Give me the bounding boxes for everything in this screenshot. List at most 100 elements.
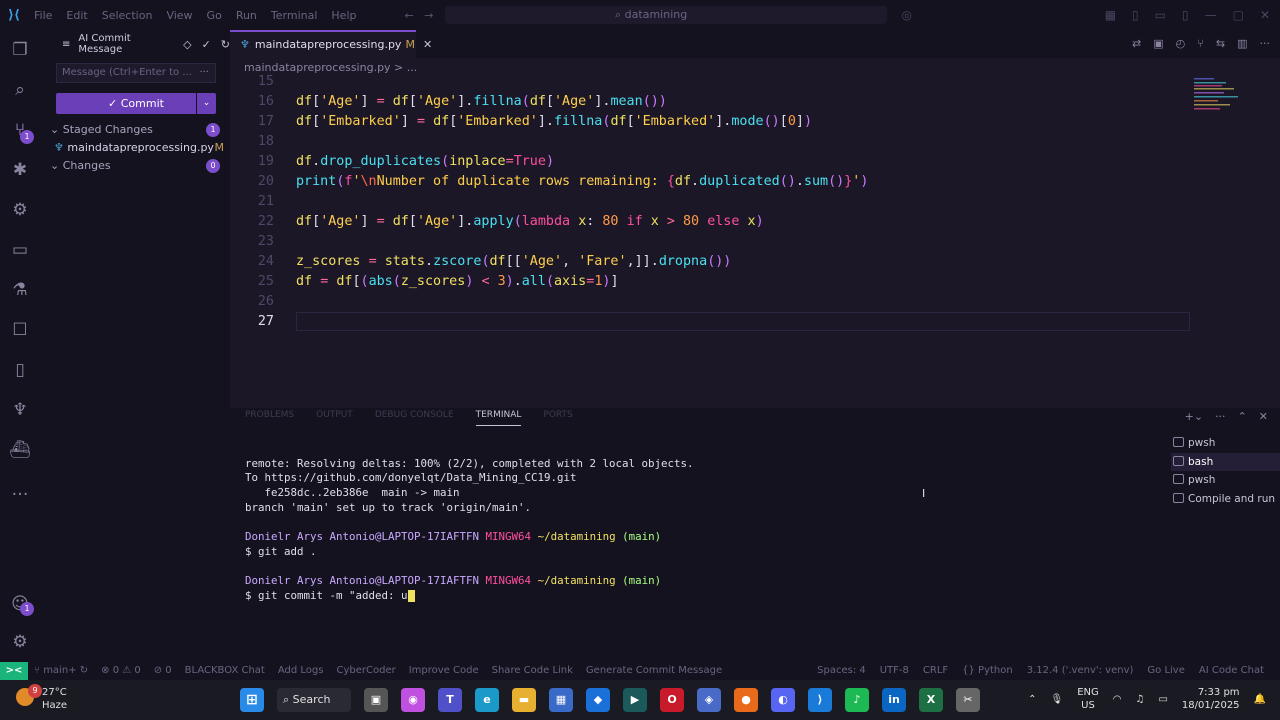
minimap[interactable]	[1194, 78, 1244, 118]
maximize-icon[interactable]: ▢	[1233, 8, 1244, 22]
hamburger-icon[interactable]: ≡	[62, 39, 70, 50]
compare-icon[interactable]: ⇄	[1132, 37, 1141, 50]
code-editor[interactable]: 15 16 df['Age'] = df['Age'].fillna(df['Ag…	[230, 74, 1280, 408]
changes-group[interactable]: ⌄ Changes 0	[50, 157, 220, 175]
file-explorer-icon[interactable]: ▬	[512, 688, 536, 712]
python-icon[interactable]: ♆	[8, 398, 32, 422]
tray-chevron-icon[interactable]: ⌃	[1028, 694, 1036, 705]
close-window-icon[interactable]: ✕	[1260, 8, 1270, 22]
spotify-icon[interactable]: ♪	[845, 688, 869, 712]
wifi-icon[interactable]: ◠	[1113, 694, 1122, 705]
linkedin-icon[interactable]: in	[882, 688, 906, 712]
tab-ports[interactable]: PORTS	[543, 410, 572, 426]
status-language[interactable]: {} Python	[962, 662, 1013, 680]
toggle-secondary-icon[interactable]: ▯	[1182, 8, 1189, 22]
status-indentation[interactable]: Spaces: 4	[817, 662, 866, 680]
firefox-icon[interactable]: ●	[734, 688, 758, 712]
extensions-icon[interactable]: ✱	[8, 158, 32, 182]
clock[interactable]: 7:33 pm 18/01/2025	[1182, 686, 1240, 712]
branch-indicator[interactable]: ⑂ main+ ↻	[34, 662, 88, 680]
menu-selection[interactable]: Selection	[102, 9, 153, 22]
timeline-icon[interactable]: ◴	[1176, 37, 1186, 50]
device-icon[interactable]: ▯	[8, 358, 32, 382]
new-terminal-icon[interactable]: +⌄	[1185, 410, 1203, 423]
more-icon[interactable]: ···	[1215, 410, 1226, 423]
split-editor-icon[interactable]: ▥	[1237, 37, 1247, 50]
dropbox-icon[interactable]: ◆	[586, 688, 610, 712]
menu-help[interactable]: Help	[331, 9, 356, 22]
terminal-output[interactable]: remote: Resolving deltas: 100% (2/2), co…	[245, 442, 1145, 633]
tab-maindatapreprocessing[interactable]: ♆ maindatapreprocessing.py M ✕	[230, 30, 432, 58]
remote-indicator-icon[interactable]: ><	[0, 662, 28, 680]
problems-indicator[interactable]: ⊗ 0 ⚠ 0	[101, 662, 141, 680]
microphone-icon[interactable]: 🎙	[1050, 694, 1063, 705]
snipping-tool-icon[interactable]: ✂	[956, 688, 980, 712]
staged-changes-group[interactable]: ⌄ Staged Changes 1	[50, 121, 220, 139]
status-generate-commit[interactable]: Generate Commit Message	[586, 662, 722, 680]
forward-arrow-icon[interactable]: →	[424, 9, 433, 22]
excel-icon[interactable]: X	[919, 688, 943, 712]
docker-icon[interactable]: ⛴	[8, 438, 32, 462]
more-icon[interactable]: …	[8, 478, 32, 502]
status-ai-code-chat[interactable]: AI Code Chat	[1199, 662, 1264, 680]
minimize-icon[interactable]: —	[1205, 8, 1217, 22]
chat-icon[interactable]: ☐	[8, 318, 32, 342]
copilot-icon[interactable]: ◎	[902, 8, 912, 22]
staged-file-item[interactable]: ♆ maindatapreprocessing.py M	[54, 139, 224, 157]
remote-explorer-icon[interactable]: ▭	[8, 238, 32, 262]
menu-file[interactable]: File	[34, 9, 52, 22]
menu-run[interactable]: Run	[236, 9, 257, 22]
refresh-icon[interactable]: ↻	[221, 38, 230, 51]
tab-terminal[interactable]: TERMINAL	[475, 410, 522, 426]
layout-icon[interactable]: ▦	[1105, 8, 1116, 22]
status-go-live[interactable]: Go Live	[1147, 662, 1184, 680]
battery-icon[interactable]: ▭	[1158, 694, 1167, 705]
tab-problems[interactable]: PROBLEMS	[245, 410, 294, 426]
terminal-app-icon[interactable]: ▶	[623, 688, 647, 712]
ai-sparkle-icon[interactable]: ◇	[183, 38, 191, 51]
opera-icon[interactable]: O	[660, 688, 684, 712]
search-view-icon[interactable]: ⌕	[8, 78, 32, 102]
status-interpreter[interactable]: 3.12.4 ('.venv': venv)	[1027, 662, 1134, 680]
status-add-logs[interactable]: Add Logs	[278, 662, 324, 680]
copilot-app-icon[interactable]: ◉	[401, 688, 425, 712]
maximize-panel-icon[interactable]: ⌃	[1238, 410, 1247, 423]
menu-terminal[interactable]: Terminal	[271, 9, 318, 22]
git-compare-icon[interactable]: ⇆	[1216, 37, 1225, 50]
edge-icon[interactable]: e	[475, 688, 499, 712]
terminal-item-pwsh[interactable]: pwsh	[1171, 471, 1280, 490]
terminal-item-compile[interactable]: Compile and run	[1171, 490, 1280, 509]
vscode-taskbar-icon[interactable]: ⟩	[808, 688, 832, 712]
terminal-item-pwsh[interactable]: pwsh	[1171, 434, 1280, 453]
windows-start-icon[interactable]: ⊞	[240, 688, 264, 712]
status-improve-code[interactable]: Improve Code	[409, 662, 479, 680]
explorer-icon[interactable]: ❐	[8, 38, 32, 62]
task-view-icon[interactable]: ▣	[364, 688, 388, 712]
more-actions-icon[interactable]: ···	[199, 64, 209, 82]
menu-edit[interactable]: Edit	[66, 9, 87, 22]
discord-icon[interactable]: ◐	[771, 688, 795, 712]
close-tab-icon[interactable]: ✕	[423, 38, 432, 51]
settings-gear-icon[interactable]: ⚙	[8, 630, 32, 654]
toggle-sidebar-icon[interactable]: ▯	[1132, 8, 1139, 22]
testing-icon[interactable]: ⚗	[8, 278, 32, 302]
status-eol[interactable]: CRLF	[923, 662, 948, 680]
terminal-item-bash[interactable]: bash	[1171, 452, 1280, 471]
close-panel-icon[interactable]: ✕	[1259, 410, 1268, 423]
status-encoding[interactable]: UTF-8	[880, 662, 909, 680]
status-cybercoder[interactable]: CyberCoder	[336, 662, 395, 680]
teams-icon[interactable]: T	[438, 688, 462, 712]
tab-output[interactable]: OUTPUT	[316, 410, 353, 426]
ports-indicator[interactable]: ⊘ 0	[154, 662, 172, 680]
debug-icon[interactable]: ⚙	[8, 198, 32, 222]
git-icon[interactable]: ⑂	[1197, 37, 1204, 50]
status-share-code-link[interactable]: Share Code Link	[492, 662, 573, 680]
more-icon[interactable]: ···	[1260, 37, 1271, 50]
toggle-panel-icon[interactable]: ▭	[1155, 8, 1166, 22]
language-indicator[interactable]: ENG US	[1077, 686, 1099, 712]
open-changes-icon[interactable]: ▣	[1153, 37, 1163, 50]
volume-icon[interactable]: ♫	[1135, 694, 1144, 705]
commit-dropdown-chevron-icon[interactable]: ⌄	[196, 93, 216, 114]
commit-button[interactable]: ✓ Commit ⌄	[56, 93, 216, 114]
vpn-icon[interactable]: ◈	[697, 688, 721, 712]
